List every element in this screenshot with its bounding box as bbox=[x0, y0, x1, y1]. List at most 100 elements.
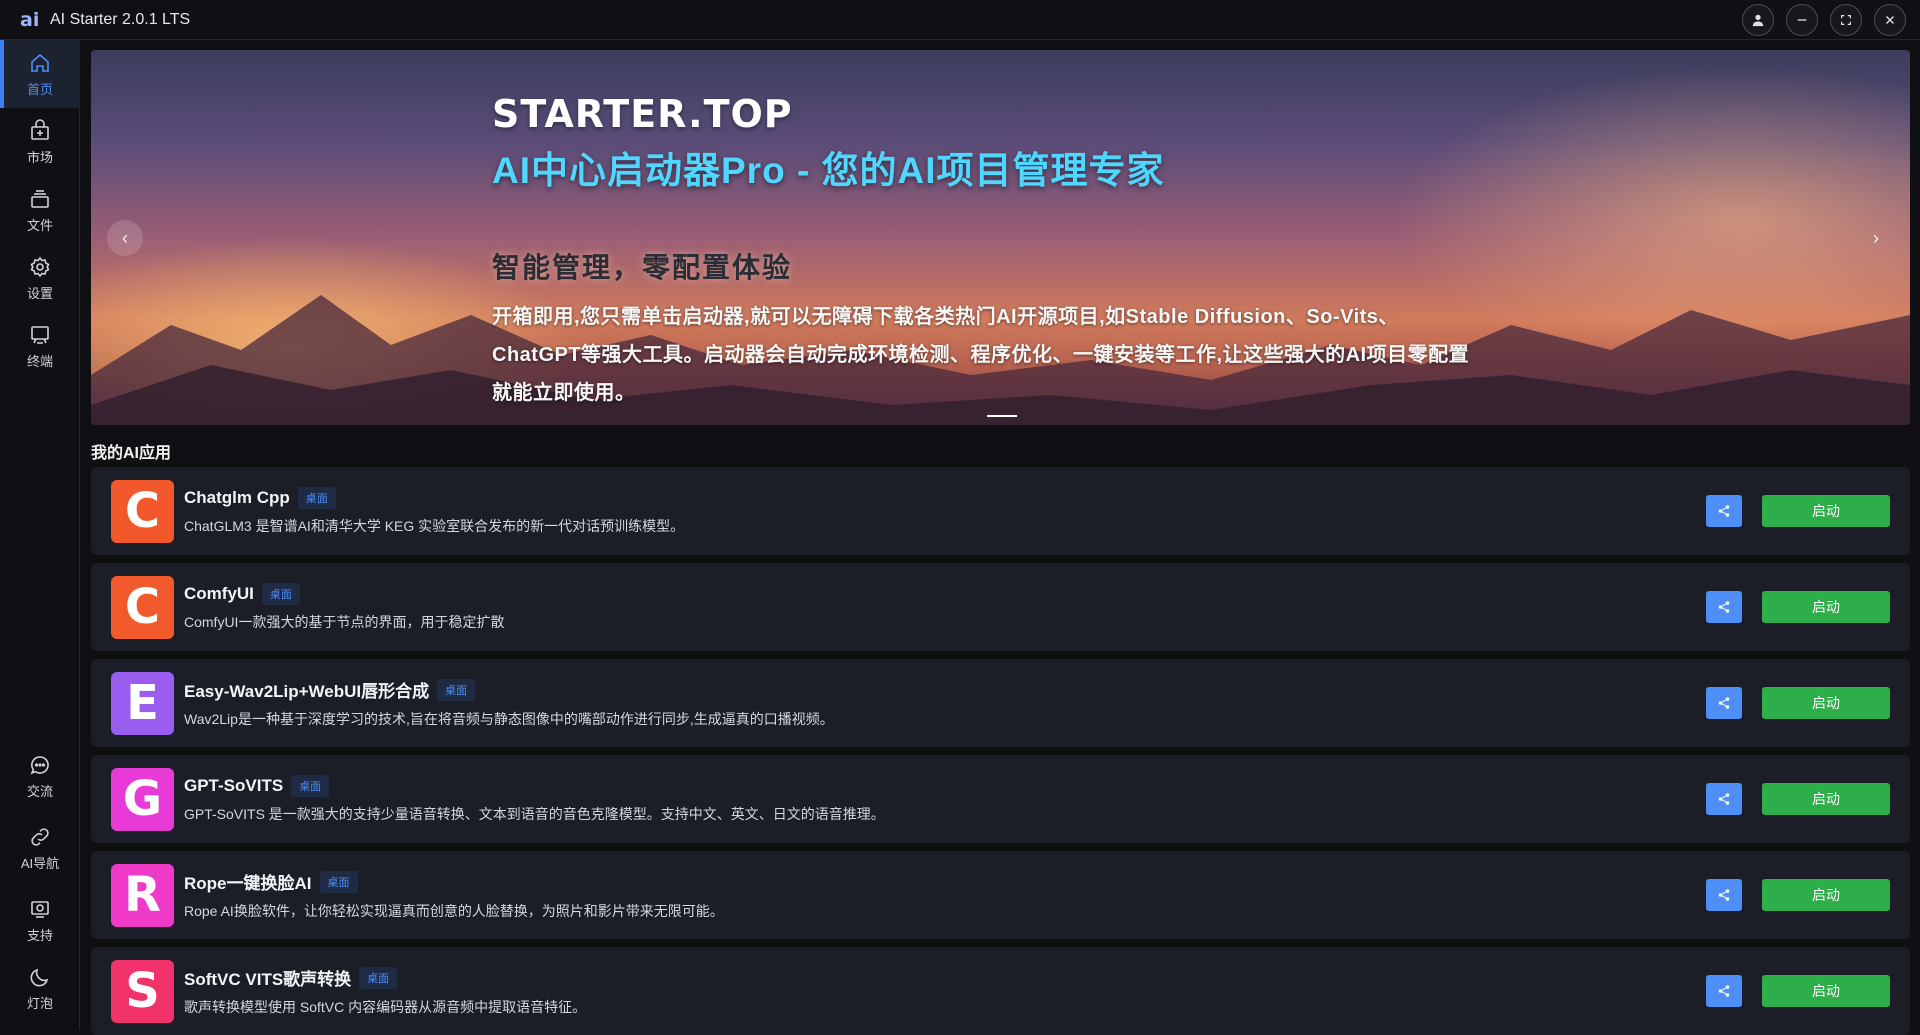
minimize-button[interactable] bbox=[1786, 3, 1818, 36]
banner-text: STARTER.TOP AI中心启动器Pro - 您的AI项目管理专家 智能管理… bbox=[492, 92, 1472, 412]
app-avatar: C bbox=[111, 575, 174, 639]
sidebar-item-community[interactable]: 交流 bbox=[0, 742, 80, 810]
share-button[interactable] bbox=[1706, 975, 1742, 1007]
sidebar-item-label: 灯泡 bbox=[26, 995, 53, 1011]
sidebar-item-ai-nav[interactable]: AI导航 bbox=[0, 814, 80, 882]
sidebar-item-market[interactable]: 市场 bbox=[0, 108, 80, 176]
sidebar-item-terminal[interactable]: 终端 bbox=[0, 312, 80, 380]
app-description: GPT-SoVITS 是一款强大的支持少量语音转换、文本到语音的音色克隆模型。支… bbox=[184, 805, 885, 822]
sidebar-item-home[interactable]: 首页 bbox=[0, 40, 80, 108]
app-name: ComfyUI bbox=[184, 583, 254, 603]
app-description: ChatGLM3 是智谱AI和清华大学 KEG 实验室联合发布的新一代对话预训练… bbox=[184, 517, 685, 534]
terminal-icon bbox=[31, 325, 49, 344]
launch-button[interactable]: 启动 bbox=[1762, 687, 1890, 719]
chat-icon bbox=[30, 755, 49, 774]
app-tag: 桌面 bbox=[291, 774, 330, 797]
sidebar-item-label: 交流 bbox=[26, 783, 53, 799]
banner-brand: STARTER.TOP bbox=[492, 92, 793, 136]
banner-carousel: STARTER.TOP AI中心启动器Pro - 您的AI项目管理专家 智能管理… bbox=[91, 50, 1910, 425]
home-icon bbox=[31, 53, 49, 72]
launch-button[interactable]: 启动 bbox=[1762, 591, 1890, 623]
app-tag: 桌面 bbox=[437, 678, 476, 701]
user-button[interactable] bbox=[1742, 3, 1774, 36]
app-card: G GPT-SoVITS 桌面 GPT-SoVITS 是一款强大的支持少量语音转… bbox=[91, 755, 1910, 843]
app-info: SoftVC VITS歌声转换 桌面 歌声转换模型使用 SoftVC 内容编码器… bbox=[184, 965, 586, 1017]
title-bar: ai AI Starter 2.0.1 LTS bbox=[0, 0, 1920, 40]
app-avatar: S bbox=[111, 959, 174, 1023]
maximize-icon bbox=[1841, 14, 1851, 25]
banner-subheadline: 智能管理，零配置体验 bbox=[492, 252, 793, 283]
main-content: STARTER.TOP AI中心启动器Pro - 您的AI项目管理专家 智能管理… bbox=[91, 50, 1910, 1035]
maximize-button[interactable] bbox=[1830, 3, 1862, 36]
share-button[interactable] bbox=[1706, 591, 1742, 623]
launch-button[interactable]: 启动 bbox=[1762, 495, 1890, 527]
app-avatar: G bbox=[111, 767, 174, 831]
share-icon bbox=[1718, 505, 1730, 517]
support-icon bbox=[31, 900, 49, 918]
app-name: SoftVC VITS歌声转换 bbox=[184, 970, 352, 989]
chevron-left-icon: ‹ bbox=[122, 227, 128, 248]
share-button[interactable] bbox=[1706, 495, 1742, 527]
carousel-prev-button[interactable]: ‹ bbox=[107, 220, 143, 256]
sidebar-item-label: 首页 bbox=[26, 81, 53, 97]
app-info: GPT-SoVITS 桌面 GPT-SoVITS 是一款强大的支持少量语音转换、… bbox=[184, 774, 885, 824]
app-description: Rope AI换脸软件，让你轻松实现逼真而创意的人脸替换，为照片和影片带来无限可… bbox=[184, 903, 724, 919]
share-button[interactable] bbox=[1706, 687, 1742, 719]
app-info: Chatglm Cpp 桌面 ChatGLM3 是智谱AI和清华大学 KEG 实… bbox=[184, 486, 685, 536]
app-tag: 桌面 bbox=[319, 870, 358, 893]
user-icon bbox=[1752, 14, 1764, 26]
launch-button[interactable]: 启动 bbox=[1762, 975, 1890, 1007]
sidebar-item-files[interactable]: 文件 bbox=[0, 176, 80, 244]
banner-description: 开箱即用,您只需单击启动器,就可以无障碍下载各类热门AI开源项目,如Stable… bbox=[492, 306, 1470, 404]
carousel-next-button[interactable]: › bbox=[1858, 220, 1894, 256]
app-description: Wav2Lip是一种基于深度学习的技术,旨在将音频与静态图像中的嘴部动作进行同步… bbox=[184, 711, 834, 727]
share-button[interactable] bbox=[1706, 783, 1742, 815]
app-tag: 桌面 bbox=[359, 966, 398, 989]
window-controls bbox=[1742, 3, 1906, 36]
close-icon bbox=[1886, 15, 1894, 24]
app-logo: ai bbox=[20, 8, 40, 31]
launch-button[interactable]: 启动 bbox=[1762, 879, 1890, 911]
files-icon bbox=[31, 189, 49, 208]
share-icon bbox=[1718, 601, 1730, 613]
gear-icon bbox=[30, 256, 50, 277]
chevron-right-icon: › bbox=[1873, 227, 1879, 248]
app-card: R Rope一键换脸AI 桌面 Rope AI换脸软件，让你轻松实现逼真而创意的… bbox=[91, 851, 1910, 939]
section-title: 我的AI应用 bbox=[91, 445, 172, 462]
app-info: ComfyUI 桌面 ComfyUI一款强大的基于节点的界面，用于稳定扩散 bbox=[184, 582, 504, 632]
app-name: Chatglm Cpp bbox=[184, 487, 290, 507]
minimize-icon bbox=[1797, 18, 1807, 21]
app-name: GPT-SoVITS bbox=[184, 775, 284, 795]
sidebar: 首页 市场 文件 设置 终端 交流 AI导航 支持 灯泡 bbox=[0, 40, 80, 1030]
app-list: C Chatglm Cpp 桌面 ChatGLM3 是智谱AI和清华大学 KEG… bbox=[91, 467, 1910, 1035]
app-tag: 桌面 bbox=[261, 582, 300, 605]
app-description: 歌声转换模型使用 SoftVC 内容编码器从源音频中提取语音特征。 bbox=[184, 999, 587, 1015]
share-icon bbox=[1718, 889, 1730, 901]
app-tag: 桌面 bbox=[297, 486, 336, 509]
app-avatar: R bbox=[111, 863, 174, 927]
app-card: S SoftVC VITS歌声转换 桌面 歌声转换模型使用 SoftVC 内容编… bbox=[91, 947, 1910, 1035]
launch-button[interactable]: 启动 bbox=[1762, 783, 1890, 815]
sidebar-item-support[interactable]: 支持 bbox=[0, 886, 80, 954]
app-card: E Easy-Wav2Lip+WebUI唇形合成 桌面 Wav2Lip是一种基于… bbox=[91, 659, 1910, 747]
sidebar-item-label: 市场 bbox=[26, 149, 53, 165]
sidebar-item-label: 终端 bbox=[26, 353, 53, 369]
window-title: AI Starter 2.0.1 LTS bbox=[50, 10, 191, 28]
sidebar-item-label: 支持 bbox=[26, 927, 53, 943]
share-button[interactable] bbox=[1706, 879, 1742, 911]
sidebar-item-label: AI导航 bbox=[20, 855, 60, 871]
link-icon bbox=[31, 827, 49, 846]
banner-headline: AI中心启动器Pro - 您的AI项目管理专家 bbox=[492, 150, 1165, 191]
app-card: C ComfyUI 桌面 ComfyUI一款强大的基于节点的界面，用于稳定扩散 … bbox=[91, 563, 1910, 651]
app-info: Easy-Wav2Lip+WebUI唇形合成 桌面 Wav2Lip是一种基于深度… bbox=[184, 677, 834, 729]
carousel-indicator[interactable] bbox=[987, 415, 1017, 417]
sidebar-item-theme[interactable]: 灯泡 bbox=[0, 954, 80, 1022]
app-name: Easy-Wav2Lip+WebUI唇形合成 bbox=[184, 682, 430, 701]
app-info: Rope一键换脸AI 桌面 Rope AI换脸软件，让你轻松实现逼真而创意的人脸… bbox=[184, 869, 724, 921]
share-icon bbox=[1718, 793, 1730, 805]
sidebar-item-settings[interactable]: 设置 bbox=[0, 244, 80, 312]
store-icon bbox=[31, 118, 49, 140]
sidebar-item-label: 文件 bbox=[26, 217, 53, 233]
close-button[interactable] bbox=[1874, 3, 1906, 36]
share-icon bbox=[1718, 985, 1730, 997]
